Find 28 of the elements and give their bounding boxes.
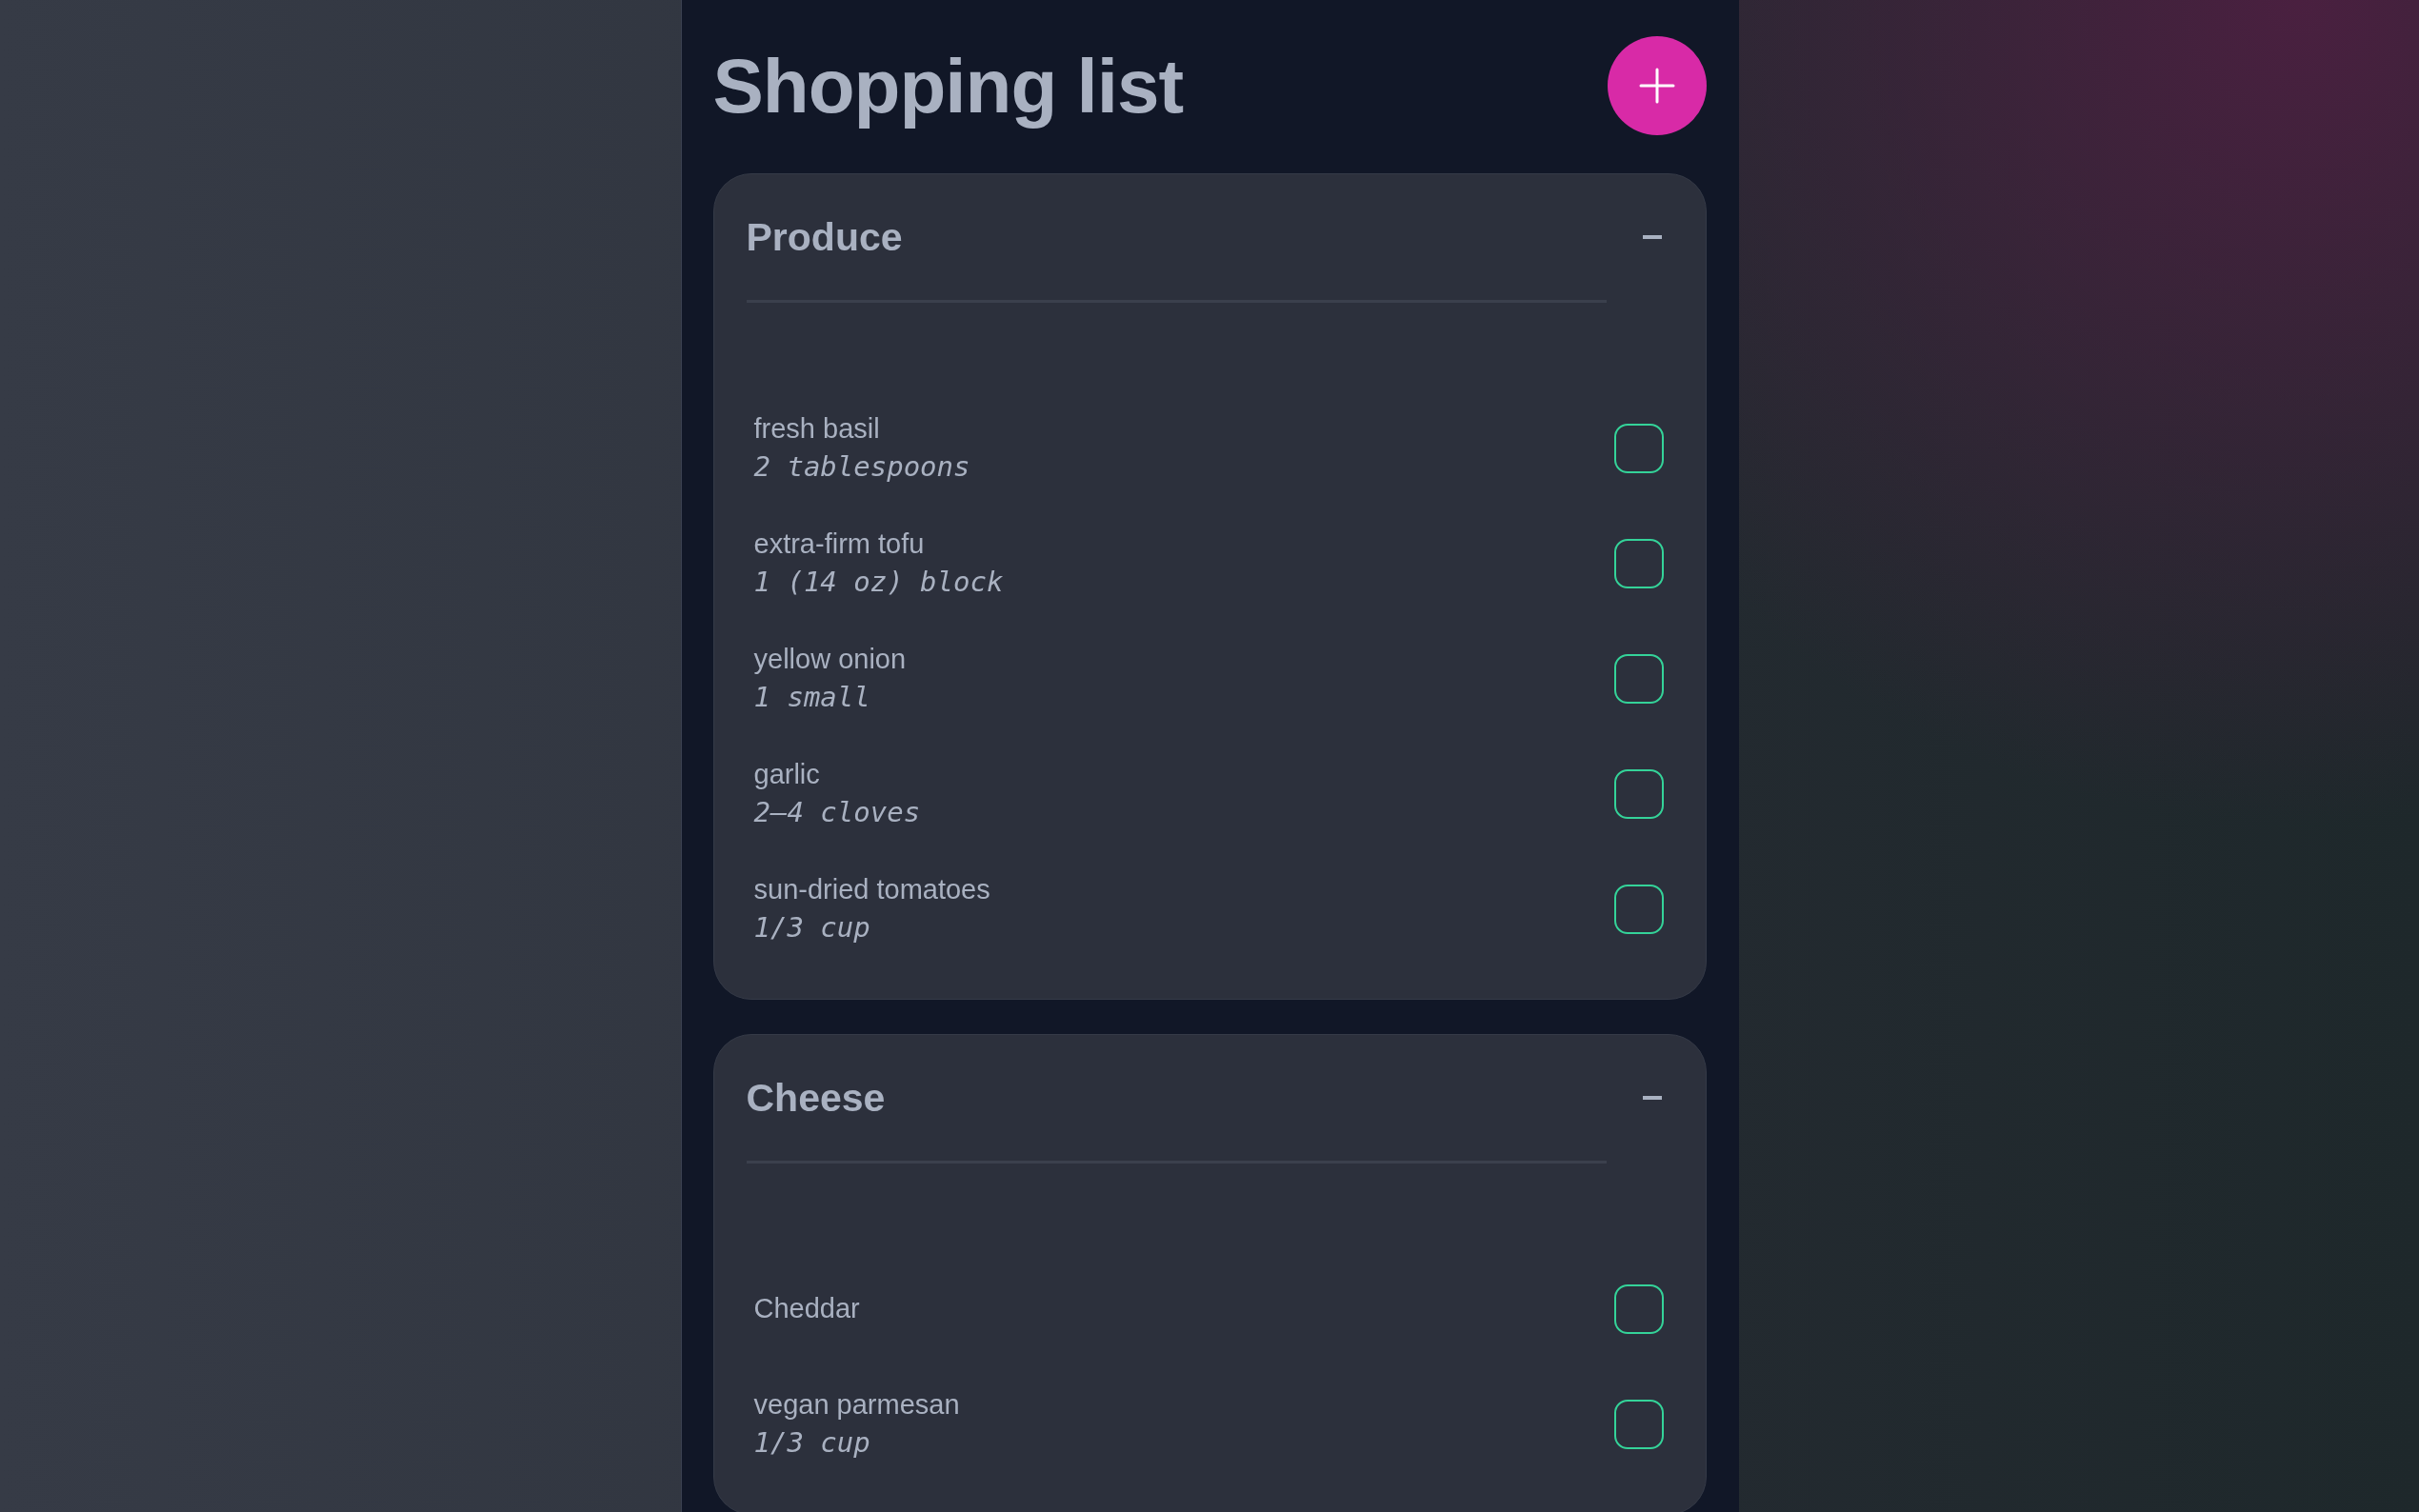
minus-icon [1640,1096,1664,1100]
item-name: yellow onion [753,644,907,675]
category-title: Produce [746,214,903,260]
item-name: fresh basil [753,413,881,445]
checkbox[interactable] [1613,884,1664,934]
checkbox[interactable] [1613,768,1664,819]
checkbox[interactable] [1613,1283,1664,1334]
item-quantity: 1/3 cup [753,911,871,944]
item-quantity: 1/3 cup [753,1426,871,1459]
item-name: Cheddar [753,1293,860,1324]
page-title: Shopping list [712,43,1184,130]
collapse-button[interactable] [1640,235,1664,239]
collapse-button[interactable] [1640,1096,1664,1100]
minus-icon [1640,235,1664,239]
item-quantity: 2–4 cloves [753,796,921,828]
item-name: sun-dried tomatoes [753,874,990,905]
item-quantity: 2 tablespoons [753,450,970,483]
item-quantity: 1 small [753,681,871,713]
item-name: vegan parmesan [753,1389,960,1421]
checkbox[interactable] [1613,653,1664,704]
item-name: garlic [753,759,821,790]
item-name: extra-firm tofu [753,528,926,560]
checkbox[interactable] [1613,1399,1664,1449]
item-quantity: 1 (14 oz) block [753,566,1004,598]
checkbox[interactable] [1613,538,1664,588]
plus-icon [1637,67,1676,105]
checkbox[interactable] [1613,423,1664,473]
category-title: Cheese [746,1075,886,1121]
